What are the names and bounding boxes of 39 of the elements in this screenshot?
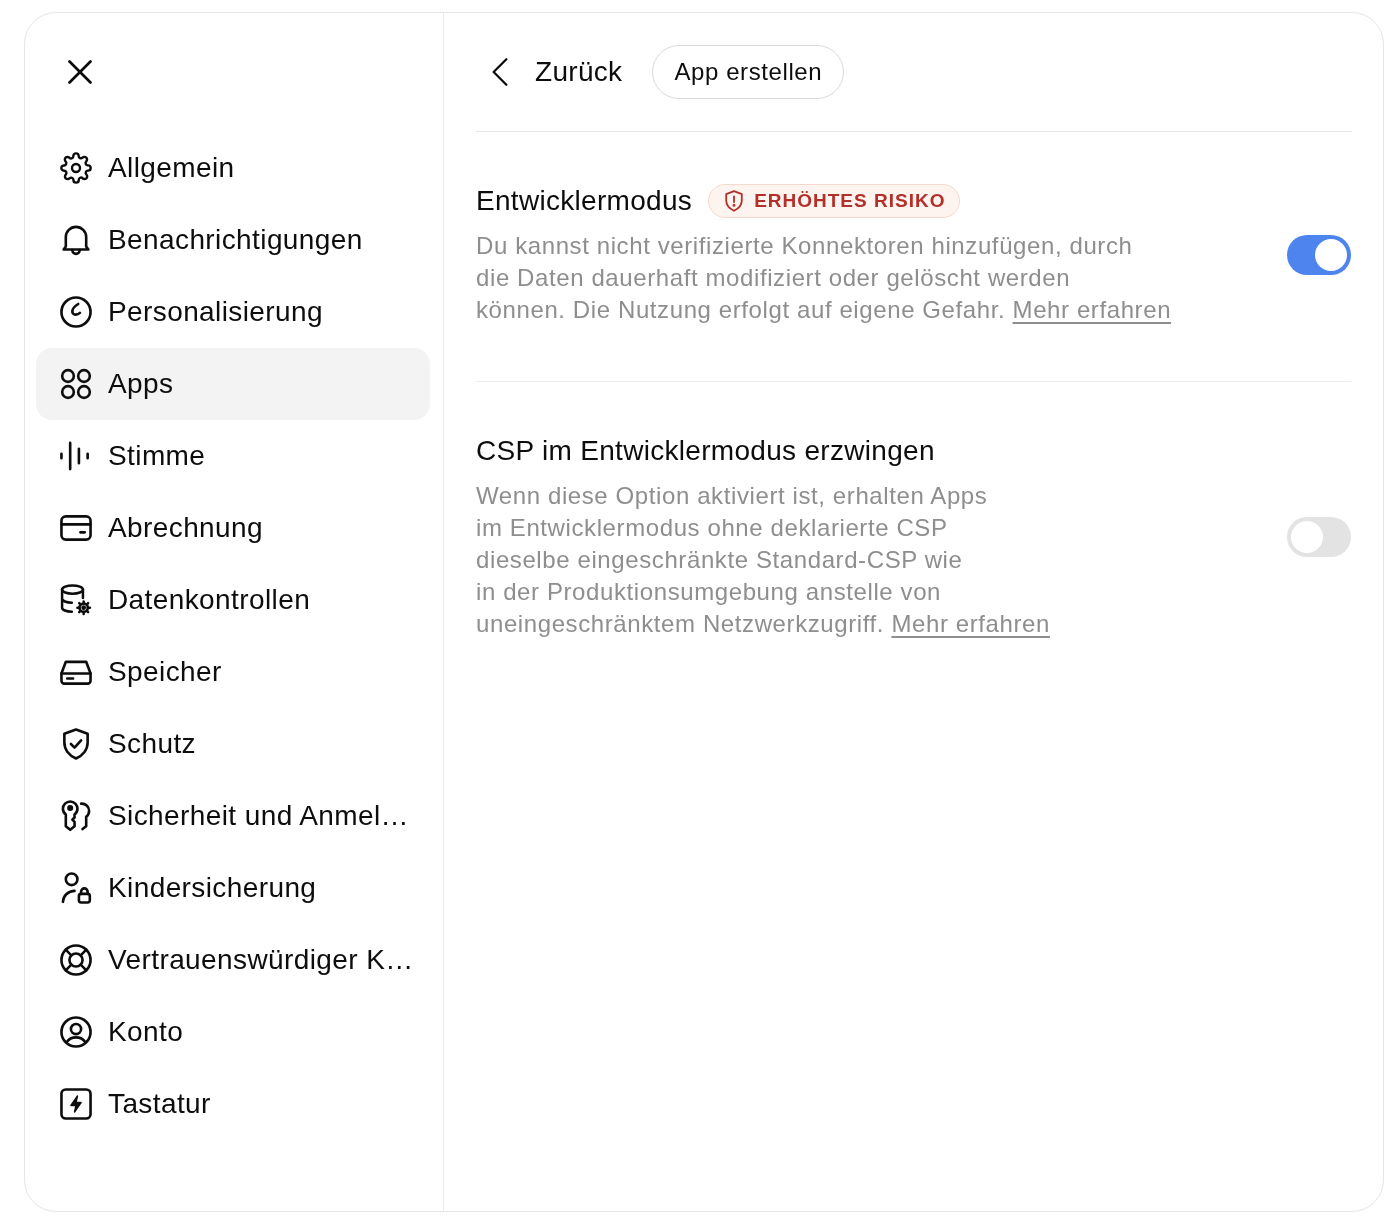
- setting-title: Entwicklermodus: [476, 185, 693, 217]
- card-icon: [60, 512, 92, 544]
- sidebar-item[interactable]: Abrechnung: [36, 492, 430, 564]
- sidebar-item[interactable]: Datenkontrollen: [36, 564, 430, 636]
- setting-description: Wenn diese Option aktiviert ist, erhalten Apps im Entwicklermodus ohne deklarierte CSP dieselbe eingeschränkte Standard-CSP wie in der Produktionsumgebung anstelle von uneingeschränktem Netzwerkzugriff. Mehr erfahren: [476, 481, 1051, 639]
- risk-badge: ERHÖHTES RISIKO: [708, 184, 961, 218]
- sidebar-item[interactable]: Benachrichtigungen: [36, 204, 430, 276]
- sidebar-item[interactable]: Speicher: [36, 636, 430, 708]
- sidebar-item[interactable]: Schutz: [36, 708, 430, 780]
- sidebar-item[interactable]: Tastatur: [36, 1068, 430, 1140]
- shield-check-icon: [60, 728, 92, 760]
- alert-shield-icon: [724, 190, 745, 212]
- sidebar-item[interactable]: Apps: [36, 348, 430, 420]
- swirl-circle-icon: [60, 296, 92, 328]
- database-gear-icon: [60, 584, 92, 616]
- bell-icon: [60, 224, 92, 256]
- toggle-switch[interactable]: [1287, 517, 1351, 557]
- setting-description: Du kannst nicht verifizierte Konnektoren hinzufügen, durch die Daten dauerhaft modifiziert oder gelöscht werden können. Die Nutzung erfolgt auf eigene Gefahr. Mehr erfahren: [476, 231, 1173, 325]
- create-app-button[interactable]: App erstellen: [652, 45, 845, 99]
- back-button[interactable]: Zurück: [476, 45, 623, 99]
- sidebar-item[interactable]: Vertrauenswürdiger K…: [36, 924, 430, 996]
- chevron-left-icon: [492, 58, 508, 86]
- person-lock-icon: [60, 872, 92, 904]
- keys-icon: [60, 800, 92, 832]
- four-circles-icon: [60, 368, 92, 400]
- sidebar-item[interactable]: Kindersicherung: [36, 852, 430, 924]
- sidebar-item[interactable]: Stimme: [36, 420, 430, 492]
- sidebar-item[interactable]: Allgemein: [36, 132, 430, 204]
- lightning-square-icon: [60, 1088, 92, 1120]
- close-icon: [68, 60, 92, 84]
- settings-icon: [60, 152, 92, 184]
- sidebar-item[interactable]: Konto: [36, 996, 430, 1068]
- user-circle-icon: [60, 1016, 92, 1048]
- toggle-switch[interactable]: [1287, 235, 1351, 275]
- lifebuoy-icon: [60, 944, 92, 976]
- sidebar-item[interactable]: Sicherheit und Anmel…: [36, 780, 430, 852]
- setting-title: CSP im Entwicklermodus erzwingen: [476, 435, 935, 467]
- sound-wave-icon: [60, 440, 92, 472]
- sidebar-item[interactable]: Personalisierung: [36, 276, 430, 348]
